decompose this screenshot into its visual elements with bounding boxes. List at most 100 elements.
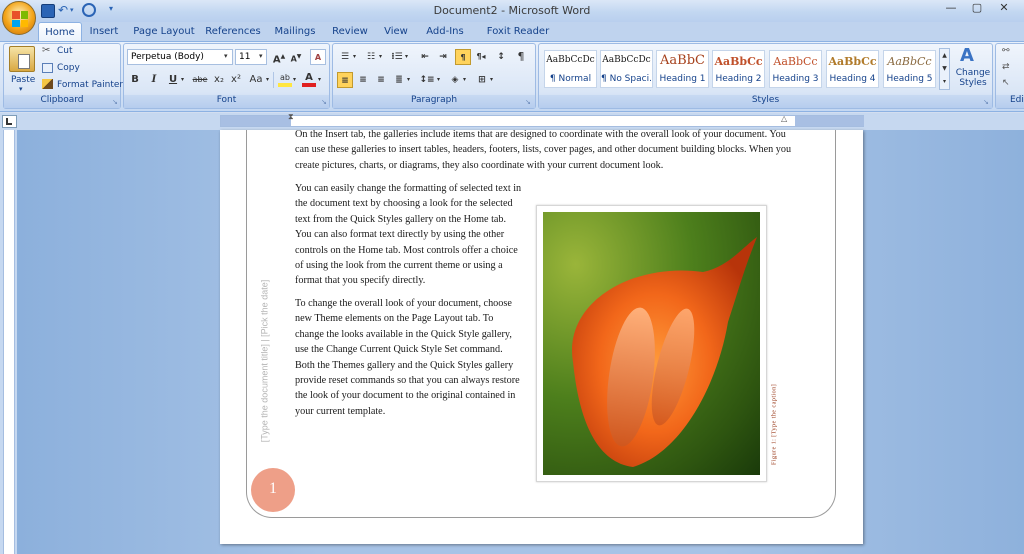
copy-button[interactable]: Copy bbox=[57, 60, 80, 76]
justify-icon[interactable]: ≣ bbox=[391, 72, 407, 88]
font-color-dropdown-icon[interactable]: ▾ bbox=[318, 76, 321, 83]
right-indent-marker-icon[interactable]: △ bbox=[781, 114, 787, 123]
tab-home[interactable]: Home bbox=[38, 22, 82, 42]
figure-caption[interactable]: Figure 1: [Type the caption] bbox=[768, 367, 780, 487]
paragraph-3[interactable]: To change the overall look of your docum… bbox=[295, 296, 524, 419]
paste-dropdown-icon[interactable]: ▾ bbox=[19, 85, 23, 93]
style-preview: AaBbC bbox=[660, 53, 705, 68]
strikethrough-button[interactable]: abe bbox=[192, 72, 208, 88]
paste-icon[interactable] bbox=[9, 46, 35, 72]
cut-button[interactable]: Cut bbox=[57, 43, 73, 59]
separator bbox=[273, 72, 274, 88]
style-heading-2[interactable]: AaBbCc Heading 2 bbox=[712, 50, 765, 88]
cut-icon: ✂ bbox=[42, 45, 51, 56]
italic-button[interactable]: I bbox=[146, 72, 162, 88]
align-left-icon[interactable]: ≡ bbox=[337, 72, 353, 88]
style-preview: AaBbCcDc bbox=[546, 55, 595, 65]
paragraph-1[interactable]: On the Insert tab, the galleries include… bbox=[295, 127, 800, 173]
subscript-button[interactable]: x₂ bbox=[211, 72, 227, 88]
tab-add-ins[interactable]: Add-Ins bbox=[420, 22, 470, 42]
tab-references[interactable]: References bbox=[203, 22, 263, 42]
grow-font-icon[interactable]: A▲ bbox=[271, 49, 287, 65]
font-size-dropdown-icon[interactable]: ▾ bbox=[259, 52, 263, 60]
style-no-spacing[interactable]: AaBbCcDc ¶ No Spaci... bbox=[600, 50, 653, 88]
tab-selector-button[interactable] bbox=[2, 115, 17, 128]
change-case-dropdown-icon[interactable]: ▾ bbox=[266, 76, 269, 83]
clipboard-launcher-icon[interactable]: ↘ bbox=[112, 98, 118, 106]
maximize-icon[interactable]: ▢ bbox=[964, 1, 990, 19]
styles-scroll[interactable]: ▲ ▼ ▾ bbox=[939, 48, 950, 90]
highlight-icon[interactable]: ab bbox=[278, 73, 292, 87]
borders-dropdown-icon[interactable]: ▾ bbox=[490, 76, 493, 83]
paragraph-launcher-icon[interactable]: ↘ bbox=[525, 98, 531, 106]
align-center-icon[interactable]: ≡ bbox=[355, 72, 371, 88]
sort-icon[interactable]: ↕ bbox=[493, 49, 509, 65]
find-icon[interactable]: ⚯ bbox=[1002, 46, 1010, 56]
paragraph-2[interactable]: You can easily change the formatting of … bbox=[295, 181, 523, 289]
align-right-icon[interactable]: ≡ bbox=[373, 72, 389, 88]
shrink-font-icon[interactable]: A▼ bbox=[288, 49, 304, 65]
bold-button[interactable]: B bbox=[127, 72, 143, 88]
styles-launcher-icon[interactable]: ↘ bbox=[983, 98, 989, 106]
superscript-button[interactable]: x² bbox=[228, 72, 244, 88]
style-name: Heading 3 bbox=[772, 74, 819, 84]
style-normal[interactable]: AaBbCcDc ¶ Normal bbox=[544, 50, 597, 88]
format-painter-button[interactable]: Format Painter bbox=[57, 77, 123, 93]
line-spacing-dropdown-icon[interactable]: ▾ bbox=[437, 76, 440, 83]
underline-button[interactable]: U bbox=[165, 72, 181, 88]
change-case-button[interactable]: Aa bbox=[247, 72, 265, 88]
shading-dropdown-icon[interactable]: ▾ bbox=[463, 76, 466, 83]
font-family-combo[interactable]: Perpetua (Body) bbox=[127, 49, 233, 65]
close-icon[interactable]: ✕ bbox=[990, 1, 1018, 19]
justify-dropdown-icon[interactable]: ▾ bbox=[407, 76, 410, 83]
tab-review[interactable]: Review bbox=[326, 22, 374, 42]
rtl-text-icon[interactable]: ¶◂ bbox=[473, 49, 489, 65]
style-heading-3[interactable]: AaBbCc Heading 3 bbox=[769, 50, 822, 88]
numbering-dropdown-icon[interactable]: ▾ bbox=[379, 53, 382, 60]
bullets-icon[interactable]: ☰ bbox=[337, 49, 353, 65]
change-styles-button[interactable]: Change Styles bbox=[955, 68, 991, 88]
window-title: Document2 - Microsoft Word bbox=[433, 4, 591, 17]
select-icon[interactable]: ↖ bbox=[1002, 78, 1010, 88]
clear-formatting-icon[interactable]: A bbox=[310, 49, 326, 65]
underline-dropdown-icon[interactable]: ▾ bbox=[181, 76, 184, 83]
font-color-icon[interactable]: A bbox=[302, 72, 316, 87]
bullets-dropdown-icon[interactable]: ▾ bbox=[353, 53, 356, 60]
tab-insert[interactable]: Insert bbox=[84, 22, 124, 42]
style-name: Heading 1 bbox=[659, 74, 706, 84]
multilevel-dropdown-icon[interactable]: ▾ bbox=[405, 53, 408, 60]
increase-indent-icon[interactable]: ⇥ bbox=[435, 49, 451, 65]
minimize-icon[interactable]: — bbox=[938, 1, 964, 19]
decrease-indent-icon[interactable]: ⇤ bbox=[417, 49, 433, 65]
horizontal-ruler[interactable] bbox=[220, 115, 864, 127]
style-heading-5[interactable]: AaBbCc Heading 5 bbox=[883, 50, 936, 88]
vertical-ruler[interactable] bbox=[3, 130, 15, 554]
shading-icon[interactable]: ◈ bbox=[447, 72, 463, 88]
borders-icon[interactable]: ⊞ bbox=[474, 72, 490, 88]
change-styles-icon[interactable]: A bbox=[960, 45, 974, 66]
style-preview: AaBbCc bbox=[828, 55, 877, 68]
font-launcher-icon[interactable]: ↘ bbox=[321, 98, 327, 106]
paste-button[interactable]: Paste bbox=[11, 72, 35, 88]
highlight-dropdown-icon[interactable]: ▾ bbox=[293, 76, 296, 83]
office-button-icon[interactable] bbox=[2, 1, 36, 35]
replace-icon[interactable]: ⇄ bbox=[1002, 62, 1010, 72]
page-number-badge: 1 bbox=[251, 468, 295, 512]
tab-page-layout[interactable]: Page Layout bbox=[128, 22, 200, 42]
tab-foxit-reader-pdf[interactable]: Foxit Reader PDF bbox=[476, 22, 560, 56]
style-heading-4[interactable]: AaBbCc Heading 4 bbox=[826, 50, 879, 88]
tab-mailings[interactable]: Mailings bbox=[267, 22, 323, 42]
ltr-text-icon[interactable]: ¶ bbox=[455, 49, 471, 65]
indent-marker-icon[interactable]: ⧗ bbox=[288, 112, 294, 122]
numbering-icon[interactable]: ☷ bbox=[363, 49, 379, 65]
flower-photo[interactable] bbox=[543, 212, 760, 475]
show-hide-marks-icon[interactable]: ¶ bbox=[513, 49, 529, 65]
sidebar-title-date[interactable]: [Type the document title] | [Pick the da… bbox=[258, 270, 272, 455]
tab-view[interactable]: View bbox=[377, 22, 415, 42]
font-group-label: Font bbox=[124, 95, 329, 108]
font-family-dropdown-icon[interactable]: ▾ bbox=[224, 52, 228, 60]
multilevel-list-icon[interactable]: ⁝☰ bbox=[389, 49, 405, 65]
style-heading-1[interactable]: AaBbC Heading 1 bbox=[656, 50, 709, 88]
line-spacing-icon[interactable]: ↕≡ bbox=[419, 72, 435, 88]
editing-group-label: Edi bbox=[996, 95, 1024, 108]
